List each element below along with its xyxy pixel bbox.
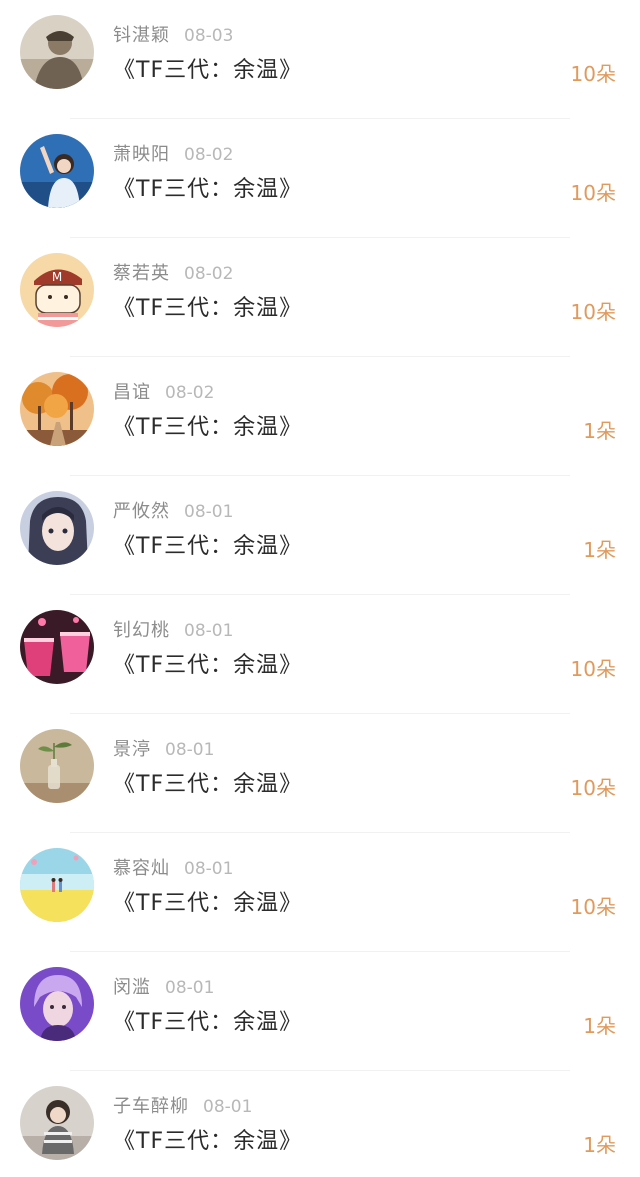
list-item[interactable]: 昌谊 08-02 《TF三代：余温》 1朵 (0, 357, 640, 476)
item-meta: 闵滥 08-01 (113, 973, 214, 999)
item-meta: 慕容灿 08-01 (113, 854, 233, 880)
item-date: 08-01 (165, 978, 215, 998)
item-title: 《TF三代：余温》 (113, 1010, 303, 1035)
item-meta: 景渟 08-01 (113, 735, 214, 761)
user-name: 闵滥 (113, 977, 151, 998)
svg-text:M: M (52, 270, 62, 284)
item-title: 《TF三代：余温》 (113, 58, 303, 83)
item-meta: 昌谊 08-02 (113, 378, 214, 404)
user-name: 景渟 (113, 739, 151, 760)
gift-amount: 10朵 (570, 181, 616, 205)
avatar-girl-sky-icon[interactable] (20, 134, 94, 208)
avatar-purple-hair-icon[interactable] (20, 967, 94, 1041)
avatar-anime-girl-icon[interactable] (20, 491, 94, 565)
item-title: 《TF三代：余温》 (113, 415, 303, 440)
item-title: 《TF三代：余温》 (113, 1129, 303, 1154)
item-meta: 子车醉柳 08-01 (113, 1092, 252, 1118)
avatar-child-icon[interactable] (20, 1086, 94, 1160)
list-item[interactable]: 钊幻桃 08-01 《TF三代：余温》 10朵 (0, 595, 640, 714)
item-title: 《TF三代：余温》 (113, 653, 303, 678)
item-title: 《TF三代：余温》 (113, 296, 303, 321)
list-item[interactable]: 景渟 08-01 《TF三代：余温》 10朵 (0, 714, 640, 833)
item-date: 08-03 (184, 26, 234, 46)
gift-amount: 10朵 (570, 657, 616, 681)
item-title: 《TF三代：余温》 (113, 177, 303, 202)
item-date: 08-02 (184, 145, 234, 165)
gift-amount: 10朵 (570, 62, 616, 86)
item-date: 08-02 (165, 383, 215, 403)
user-name: 慕容灿 (113, 858, 170, 879)
user-name: 子车醉柳 (113, 1096, 189, 1117)
item-meta: 萧映阳 08-02 (113, 140, 233, 166)
list-item[interactable]: 萧映阳 08-02 《TF三代：余温》 10朵 (0, 119, 640, 238)
item-meta: 严攸然 08-01 (113, 497, 233, 523)
item-date: 08-01 (184, 621, 234, 641)
gift-record-list: 钭湛颖 08-03 《TF三代：余温》 10朵 萧映阳 08-02 《TF三代：余温… (0, 0, 640, 1177)
item-meta: 钊幻桃 08-01 (113, 616, 233, 642)
avatar-cartoon-boy-icon[interactable]: M (20, 253, 94, 327)
gift-amount: 1朵 (583, 538, 616, 562)
list-item[interactable]: 慕容灿 08-01 《TF三代：余温》 10朵 (0, 833, 640, 952)
item-date: 08-01 (165, 740, 215, 760)
user-name: 严攸然 (113, 501, 170, 522)
avatar-drinks-icon[interactable] (20, 610, 94, 684)
user-name: 钭湛颖 (113, 25, 170, 46)
list-item[interactable]: 闵滥 08-01 《TF三代：余温》 1朵 (0, 952, 640, 1071)
item-title: 《TF三代：余温》 (113, 891, 303, 916)
item-title: 《TF三代：余温》 (113, 534, 303, 559)
list-item[interactable]: 严攸然 08-01 《TF三代：余温》 1朵 (0, 476, 640, 595)
user-name: 蔡若英 (113, 263, 170, 284)
avatar-person-cap-icon[interactable] (20, 15, 94, 89)
item-date: 08-01 (184, 859, 234, 879)
user-name: 萧映阳 (113, 144, 170, 165)
item-meta: 钭湛颖 08-03 (113, 21, 233, 47)
avatar-plant-bottle-icon[interactable] (20, 729, 94, 803)
user-name: 钊幻桃 (113, 620, 170, 641)
gift-amount: 10朵 (570, 895, 616, 919)
list-item[interactable]: 钭湛颖 08-03 《TF三代：余温》 10朵 (0, 0, 640, 119)
item-date: 08-01 (203, 1097, 253, 1117)
user-name: 昌谊 (113, 382, 151, 403)
avatar-autumn-trees-icon[interactable] (20, 372, 94, 446)
gift-amount: 10朵 (570, 300, 616, 324)
gift-amount: 10朵 (570, 776, 616, 800)
item-date: 08-01 (184, 502, 234, 522)
item-title: 《TF三代：余温》 (113, 772, 303, 797)
gift-amount: 1朵 (583, 419, 616, 443)
item-meta: 蔡若英 08-02 (113, 259, 233, 285)
list-item[interactable]: 子车醉柳 08-01 《TF三代：余温》 1朵 (0, 1071, 640, 1177)
gift-amount: 1朵 (583, 1014, 616, 1038)
list-item[interactable]: M 蔡若英 08-02 《TF三代：余温》 10朵 (0, 238, 640, 357)
item-date: 08-02 (184, 264, 234, 284)
avatar-beach-couple-icon[interactable] (20, 848, 94, 922)
gift-amount: 1朵 (583, 1133, 616, 1157)
